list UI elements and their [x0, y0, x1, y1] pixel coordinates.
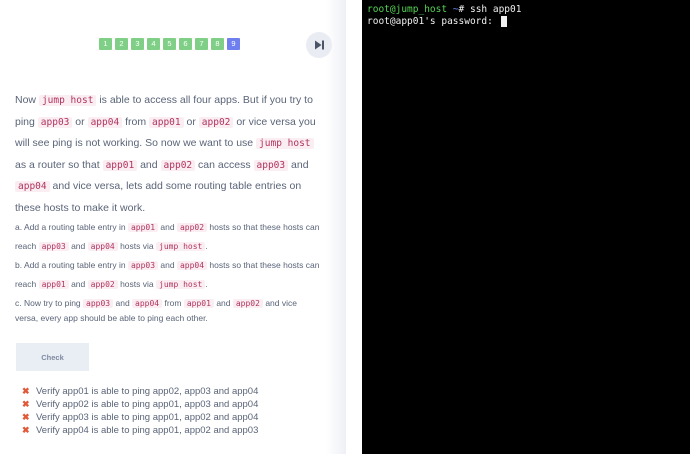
text-segment: c. Now try to ping	[15, 298, 84, 308]
page-button-5[interactable]: 5	[163, 38, 176, 50]
question-step-c: c. Now try to ping app03 and app04 from …	[15, 296, 320, 326]
inline-code: app04	[176, 261, 208, 270]
text-segment: hosts via	[117, 279, 156, 289]
inline-code: app01	[102, 159, 138, 171]
terminal-command: ssh app01	[469, 4, 522, 15]
text-segment: and	[213, 298, 233, 308]
inline-code: app03	[83, 299, 114, 308]
text-segment: b. Add a routing table entry in	[15, 260, 128, 270]
text-segment: .	[205, 279, 208, 289]
inline-code: app04	[132, 299, 163, 308]
text-segment: and vice versa, lets add some routing ta…	[15, 180, 302, 214]
page-button-4[interactable]: 4	[147, 38, 160, 50]
page-button-7[interactable]: 7	[195, 38, 208, 50]
page-button-3[interactable]: 3	[131, 38, 144, 50]
inline-code: app04	[15, 181, 50, 192]
check-results-list: ✖ Verify app01 is able to ping app02, app…	[22, 385, 258, 437]
question-panel: 123456789 Now jump host is able to acces…	[0, 0, 346, 454]
inline-code: app01	[38, 280, 69, 289]
question-content: Now jump host is able to access all four…	[15, 90, 320, 326]
inline-code: app04	[87, 242, 118, 251]
text-segment: and	[288, 158, 309, 171]
check-result-text: Verify app04 is able to ping app01, app0…	[36, 425, 259, 436]
inline-code: app03	[253, 159, 289, 171]
text-segment: Now	[15, 94, 39, 106]
inline-code: jump host	[156, 242, 206, 251]
text-segment: as a router so that	[15, 158, 103, 171]
text-segment: and	[68, 279, 88, 289]
text-segment: or	[72, 115, 88, 128]
check-result-text: Verify app01 is able to ping app02, app0…	[36, 386, 259, 397]
text-segment: or	[183, 115, 199, 128]
terminal-password-prompt: root@app01's password:	[367, 16, 499, 27]
text-segment: and	[68, 241, 88, 251]
terminal-prompt-user: root@jump_host	[367, 4, 448, 15]
question-step-b: b. Add a routing table entry in app03 an…	[15, 256, 320, 294]
terminal-line-2: root@app01's password:	[367, 16, 685, 28]
text-segment: and	[113, 298, 133, 308]
inline-code: jump host	[256, 138, 314, 149]
check-result-text: Verify app03 is able to ping app01, app0…	[36, 412, 259, 423]
text-segment: and	[158, 260, 177, 270]
page-button-1[interactable]: 1	[99, 38, 112, 50]
terminal-prompt-symbol: #	[458, 4, 470, 15]
inline-code: app02	[176, 223, 208, 232]
terminal-window[interactable]: root@jump_host ~# ssh app01 root@app01's …	[362, 0, 690, 454]
terminal-cursor	[500, 16, 507, 27]
panel-edge-shade	[326, 0, 346, 454]
inline-code: app02	[198, 116, 234, 128]
text-segment: and	[158, 222, 177, 232]
inline-code: app04	[87, 116, 123, 128]
x-mark-icon: ✖	[22, 425, 30, 435]
inline-code: jump host	[38, 95, 97, 106]
inline-code: app03	[127, 261, 159, 270]
inline-code: app02	[232, 299, 263, 308]
check-result-item: ✖ Verify app01 is able to ping app02, app…	[22, 385, 258, 398]
x-mark-icon: ✖	[22, 399, 30, 409]
panel-divider[interactable]	[346, 0, 362, 454]
terminal-prompt-path: ~	[447, 4, 459, 15]
text-segment: hosts via	[117, 241, 156, 251]
inline-code: app01	[149, 116, 184, 128]
x-mark-icon: ✖	[22, 412, 30, 422]
check-result-text: Verify app02 is able to ping app01, app0…	[36, 399, 259, 410]
inline-code: app01	[127, 223, 159, 232]
skip-to-end-icon	[315, 40, 324, 50]
check-result-item: ✖ Verify app02 is able to ping app01, app…	[22, 398, 258, 411]
page-button-2[interactable]: 2	[115, 38, 128, 50]
page-button-8[interactable]: 8	[211, 38, 224, 50]
inline-code: app03	[38, 242, 69, 251]
check-button[interactable]: Check	[16, 343, 89, 371]
inline-code: app02	[160, 159, 196, 171]
text-segment: from	[122, 115, 150, 128]
text-segment: .	[205, 241, 208, 251]
page-button-9[interactable]: 9	[227, 38, 240, 50]
inline-code: app02	[87, 280, 118, 289]
inline-code: jump host	[156, 280, 206, 289]
question-step-a: a. Add a routing table entry in app01 an…	[15, 218, 320, 256]
terminal-line-1: root@jump_host ~# ssh app01	[367, 4, 685, 16]
text-segment: and	[137, 158, 161, 171]
check-result-item: ✖ Verify app03 is able to ping app01, app…	[22, 411, 258, 424]
question-intro: Now jump host is able to access all four…	[15, 90, 320, 218]
inline-code: app03	[37, 116, 73, 128]
text-segment: can access	[195, 158, 254, 171]
page-button-6[interactable]: 6	[179, 38, 192, 50]
text-segment: from	[162, 298, 184, 308]
inline-code: app01	[183, 299, 214, 308]
text-segment: a. Add a routing table entry in	[15, 222, 128, 232]
check-result-item: ✖ Verify app04 is able to ping app01, app…	[22, 424, 258, 437]
x-mark-icon: ✖	[22, 386, 30, 396]
question-pager: 123456789	[99, 38, 240, 50]
